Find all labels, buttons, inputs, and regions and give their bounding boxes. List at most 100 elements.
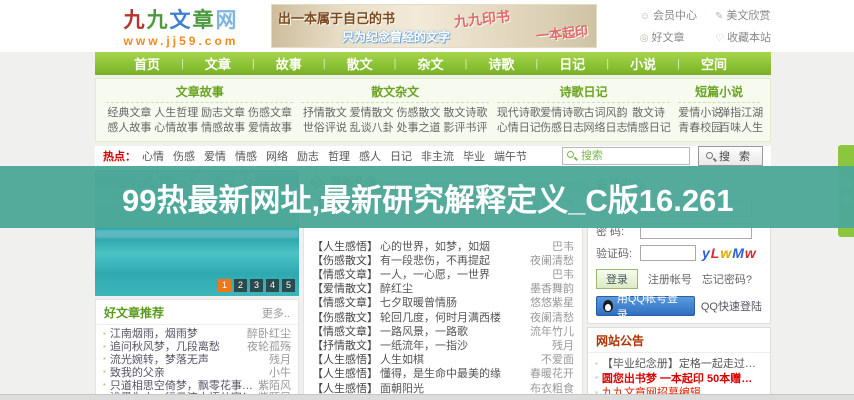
slider-dot[interactable]: 3 bbox=[250, 279, 263, 292]
subnav-link[interactable]: 散文诗 bbox=[627, 106, 670, 121]
slider-dot[interactable]: 1 bbox=[218, 279, 231, 292]
search-button-label: 搜 索 bbox=[719, 151, 753, 163]
subnav-link[interactable]: 爱情散文 bbox=[348, 106, 395, 121]
hot-tag[interactable]: 网络 bbox=[266, 148, 288, 164]
nav-item-novels[interactable]: 小说 bbox=[609, 54, 677, 73]
hot-tag[interactable]: 情感 bbox=[235, 148, 257, 164]
member-center-link[interactable]: ☺会员中心 bbox=[640, 7, 697, 23]
ad-banner-print-book[interactable]: 出一本属于自己的书 只为纪念曾经的文字 九九印书 一本起印 bbox=[271, 4, 597, 48]
subnav-link[interactable]: 百味人生 bbox=[719, 121, 760, 136]
subnav-link[interactable]: 爱情故事 bbox=[247, 121, 294, 136]
hot-tag[interactable]: 毕业 bbox=[463, 148, 485, 164]
good-articles-link[interactable]: ◎好文章 bbox=[640, 29, 697, 45]
captcha-field[interactable] bbox=[640, 245, 696, 261]
nav-item-poetry[interactable]: 诗歌 bbox=[467, 54, 535, 73]
nav-item-space[interactable]: 空间 bbox=[680, 54, 748, 73]
hot-tag[interactable]: 心情 bbox=[142, 148, 164, 164]
subnav-links: 抒情散文 爱情散文 伤感散文 散文诗歌 世俗评说 乱谈八卦 处事之道 影评书评 bbox=[301, 106, 488, 136]
subnav-link[interactable]: 抒情散文 bbox=[301, 106, 348, 121]
subnav-group-title[interactable]: 诗歌日记 bbox=[497, 83, 670, 103]
beautiful-articles-link[interactable]: ✎美文欣赏 bbox=[715, 7, 771, 23]
panel-title: 好文章推荐 bbox=[104, 304, 262, 321]
more-link[interactable]: 更多.. bbox=[262, 305, 290, 321]
subnav-link[interactable]: 情感日记 bbox=[627, 121, 670, 136]
subnav-link[interactable]: 处事之道 bbox=[395, 121, 442, 136]
captcha-label: 验证码: bbox=[596, 245, 640, 261]
nav-item-articles[interactable]: 文章 bbox=[184, 54, 252, 73]
search-button[interactable]: 搜 索 bbox=[698, 146, 763, 166]
qq-quick-login-text: QQ快速登陆 bbox=[701, 298, 762, 314]
subnav-link[interactable]: 励志文章 bbox=[200, 106, 247, 121]
hot-tag[interactable]: 日记 bbox=[390, 148, 412, 164]
subnav-group-title[interactable]: 短篇小说 bbox=[678, 83, 760, 103]
subnav-link[interactable]: 情感故事 bbox=[200, 121, 247, 136]
article-row: 【人生感悟】心的世界，如梦，如烟巴韦 bbox=[312, 239, 574, 253]
subnav-link[interactable]: 现代诗歌 bbox=[497, 106, 540, 121]
subnav-group-poetry: 诗歌日记 现代诗歌 爱情诗歌 古词风韵 散文诗 心情日记 伤感日志 网络日志 情… bbox=[493, 83, 674, 136]
hot-tag[interactable]: 非主流 bbox=[421, 148, 454, 164]
subnav-link[interactable]: 心情日记 bbox=[497, 121, 540, 136]
footer-strip bbox=[0, 394, 854, 400]
qq-button-label: 用QQ帐号登录 bbox=[617, 290, 688, 322]
subnav-link[interactable]: 爱情小说 bbox=[678, 106, 719, 121]
bookmark-site-link[interactable]: ♡收藏本站 bbox=[715, 29, 771, 45]
recommended-list: ▪江南烟雨，烟雨梦醉卧红尘 ▪追问秋风梦，几段离愁夜轮孤殇 ▪流光婉转，梦落无声… bbox=[96, 325, 298, 400]
logo-text: 九九文章网 bbox=[95, 4, 267, 34]
nav-item-essays[interactable]: 杂文 bbox=[397, 54, 465, 73]
hot-tag[interactable]: 伤感 bbox=[173, 148, 195, 164]
subnav-link[interactable]: 伤感文章 bbox=[247, 106, 294, 121]
subnav-links: 经典文章 人生哲理 励志文章 伤感文章 感人故事 心情故事 情感故事 爱情故事 bbox=[106, 106, 293, 136]
subnav-link[interactable]: 爱情诗歌 bbox=[540, 106, 583, 121]
hot-tag[interactable]: 励志 bbox=[297, 148, 319, 164]
subnav-link[interactable]: 经典文章 bbox=[106, 106, 153, 121]
subnav-link[interactable]: 伤感日志 bbox=[540, 121, 583, 136]
logo-char: 章 bbox=[193, 8, 216, 32]
qq-login-button[interactable]: 用QQ帐号登录 bbox=[596, 296, 695, 316]
subnav-link[interactable]: 网络日志 bbox=[584, 121, 627, 136]
site-logo[interactable]: 九九文章网 www.jj59.com bbox=[95, 4, 267, 48]
nav-item-home[interactable]: 首页 bbox=[113, 54, 181, 73]
notice-list: ▪【毕业纪念册】定格一起走过的路 ▪圆您出书梦 一本起印 50本赠送书 ▪九九文… bbox=[588, 353, 770, 400]
bullet-icon: ▪ bbox=[595, 373, 598, 382]
forgot-password-link[interactable]: 忘记密码? bbox=[702, 271, 752, 287]
overlay-banner-text: 99热最新网址,最新研究解释定义_C版16.261 bbox=[0, 175, 734, 220]
notice-item[interactable]: ▪圆您出书梦 一本起印 50本赠送书 bbox=[595, 371, 763, 386]
subnav-link[interactable]: 古词风韵 bbox=[584, 106, 627, 121]
subnav-link[interactable]: 心情故事 bbox=[153, 121, 200, 136]
top-link-label: 会员中心 bbox=[653, 10, 697, 22]
subnav-link[interactable]: 世俗评说 bbox=[301, 121, 348, 136]
slider-dot[interactable]: 2 bbox=[234, 279, 247, 292]
subnav-link[interactable]: 散文诗歌 bbox=[442, 106, 489, 121]
article-row: 【人生感悟】人生如棋不爱面 bbox=[312, 352, 574, 366]
hot-tag[interactable]: 哲理 bbox=[328, 148, 350, 164]
nav-item-prose[interactable]: 散文 bbox=[326, 54, 394, 73]
captcha-image: yLwMw bbox=[702, 245, 757, 261]
subnav-link[interactable]: 乱谈八卦 bbox=[348, 121, 395, 136]
subnav-links: 爱情小说 弹指江湖 青春校园 百味人生 bbox=[678, 106, 760, 136]
main-nav: 首页| 文章| 故事| 散文| 杂文| 诗歌| 日记| 小说| 空间 bbox=[95, 52, 771, 75]
article-row: 【情感文章】一人，一心愿，一世界巴韦 bbox=[312, 267, 574, 281]
register-link[interactable]: 注册帐号 bbox=[648, 271, 692, 287]
subnav-group-title[interactable]: 文章故事 bbox=[106, 83, 293, 103]
subnav-link[interactable]: 影评书评 bbox=[442, 121, 489, 136]
login-button[interactable]: 登录 bbox=[596, 269, 638, 289]
nav-item-diary[interactable]: 日记 bbox=[538, 54, 606, 73]
search-input[interactable] bbox=[562, 147, 690, 165]
hot-tag[interactable]: 爱情 bbox=[204, 148, 226, 164]
hot-tag[interactable]: 感人 bbox=[359, 148, 381, 164]
subnav-group-title[interactable]: 散文杂文 bbox=[301, 83, 488, 103]
hot-tag[interactable]: 端午节 bbox=[494, 148, 527, 164]
subnav-link[interactable]: 弹指江湖 bbox=[719, 106, 760, 121]
subnav-link[interactable]: 青春校园 bbox=[678, 121, 719, 136]
notice-item[interactable]: ▪【毕业纪念册】定格一起走过的路 bbox=[595, 356, 763, 371]
nav-item-stories[interactable]: 故事 bbox=[255, 54, 323, 73]
site-header: 九九文章网 www.jj59.com 出一本属于自己的书 只为纪念曾经的文字 九… bbox=[95, 0, 771, 52]
subnav-link[interactable]: 伤感散文 bbox=[395, 106, 442, 121]
qq-login-row: 用QQ帐号登录 QQ快速登陆 bbox=[596, 296, 762, 316]
subnav-link[interactable]: 感人故事 bbox=[106, 121, 153, 136]
subnav-link[interactable]: 人生哲理 bbox=[153, 106, 200, 121]
slider-dot[interactable]: 5 bbox=[282, 279, 295, 292]
subnav-group-prose: 散文杂文 抒情散文 爱情散文 伤感散文 散文诗歌 世俗评说 乱谈八卦 处事之道 … bbox=[297, 83, 492, 136]
top-link-label: 美文欣赏 bbox=[726, 10, 770, 22]
slider-dot[interactable]: 4 bbox=[266, 279, 279, 292]
